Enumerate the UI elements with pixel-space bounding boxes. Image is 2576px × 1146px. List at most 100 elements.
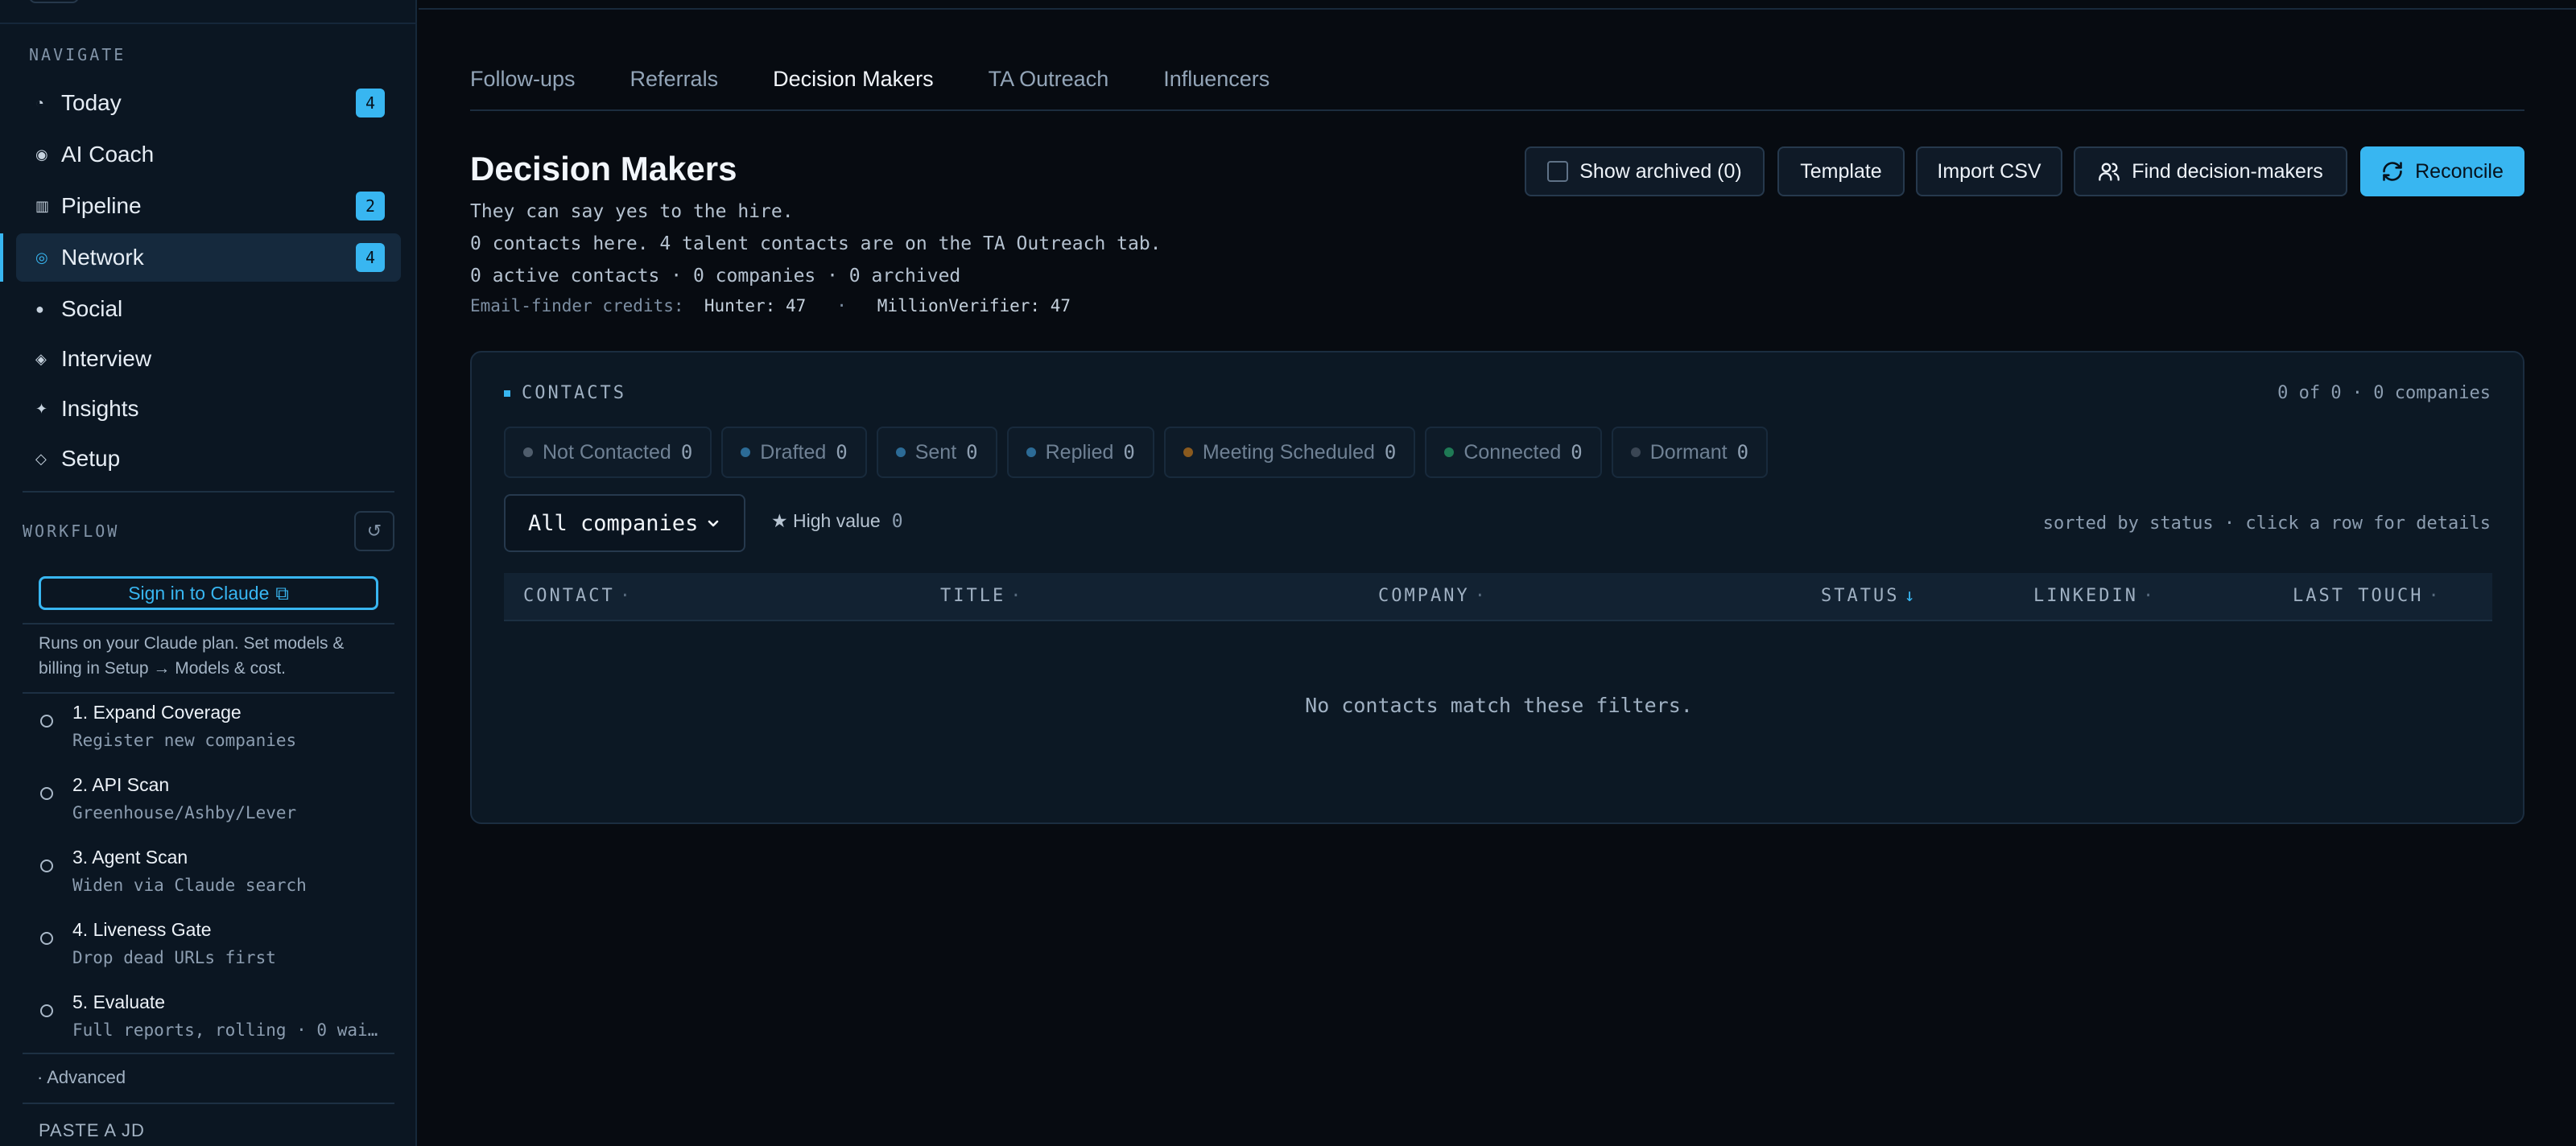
status-dot-icon [1026,447,1036,457]
navigate-heading: NAVIGATE [29,45,126,64]
template-button[interactable]: Template [1777,146,1905,196]
table-header: CONTACT · TITLE · COMPANY · STATUS ↓ LINKEDI… [504,573,2492,621]
column-label: LINKEDIN [2033,586,2138,606]
status-dot-icon [895,447,906,457]
hunter-credits: Hunter: 47 [704,296,807,315]
social-icon: ● [35,300,44,317]
nav-item-today[interactable]: ◔ Today 4 [16,79,401,127]
reconcile-label: Reconcile [2415,159,2504,183]
chip-count: 0 [836,441,848,464]
sign-in-label: Sign in to Claude [128,582,270,604]
contacts-heading: CONTACTS [504,383,626,403]
nav-item-network[interactable]: ◎ Network 4 [16,233,401,282]
tab-decision-makers[interactable]: Decision Makers [773,64,934,111]
contacts-card: CONTACTS 0 of 0 · 0 companies Not Contac… [470,351,2524,824]
chip-label: Sent [914,440,957,464]
tab-influencers[interactable]: Influencers [1163,64,1269,111]
nav-item-insights[interactable]: ✦ Insights [16,385,401,433]
reset-workflow-button[interactable]: ↺ [354,511,394,551]
nav-item-social[interactable]: ● Social [16,285,401,333]
column-header-status[interactable]: STATUS ↓ [1821,573,1915,620]
active-indicator [0,233,3,282]
advanced-toggle[interactable]: · Advanced [37,1067,126,1088]
show-archived-toggle[interactable]: Show archived (0) [1525,146,1765,196]
sort-hint: sorted by status · click a row for detai… [2042,513,2491,534]
step-status-icon [40,715,53,728]
status-dot-icon [1444,447,1455,457]
column-header-title[interactable]: TITLE · [940,573,1021,620]
empty-state-message: No contacts match these filters. [1305,694,1693,717]
company-filter-select[interactable]: All companies [504,494,745,552]
nav-item-ai-coach[interactable]: ◉ AI Coach [16,130,401,179]
chevron-down-icon [708,520,719,527]
status-dot-icon [523,447,533,457]
column-header-company[interactable]: COMPANY · [1378,573,1485,620]
sidebar-top-control[interactable] [29,0,79,3]
status-filter-chips: Not Contacted 0 Drafted 0 Sent 0 Replied… [504,427,1769,478]
divider [23,623,394,625]
status-dot-icon [1183,447,1193,457]
setup-icon: ◇ [35,450,47,467]
company-filter-value: All companies [528,510,699,536]
chip-count: 0 [1123,441,1135,464]
tab-ta-outreach[interactable]: TA Outreach [989,64,1109,111]
sort-indicator-icon: · [619,586,630,606]
status-chip-meeting-scheduled[interactable]: Meeting Scheduled 0 [1163,427,1416,478]
network-icon: ◎ [35,249,48,266]
archived-checkbox[interactable] [1547,161,1569,182]
tab-referrals[interactable]: Referrals [630,64,719,111]
sidebar: NAVIGATE ◔ Today 4 ◉ AI Coach ▥ Pipeline… [0,0,417,1146]
chip-count: 0 [1384,441,1397,464]
import-csv-label: Import CSV [1937,159,2041,183]
status-chip-replied[interactable]: Replied 0 [1006,427,1154,478]
status-chip-connected[interactable]: Connected 0 [1425,427,1602,478]
find-decision-makers-button[interactable]: Find decision-makers [2074,146,2347,196]
step-title: 3. Agent Scan [72,847,188,868]
chip-label: Dormant [1649,440,1728,464]
paste-jd-heading: PASTE A JD [39,1120,145,1140]
status-chip-dormant[interactable]: Dormant 0 [1611,427,1769,478]
divider [23,491,394,493]
sign-in-claude-button[interactable]: Sign in to Claude ⧉ [39,576,378,610]
status-chip-sent[interactable]: Sent 0 [876,427,997,478]
nav-item-pipeline[interactable]: ▥ Pipeline 2 [16,182,401,230]
top-divider [419,8,2576,10]
column-header-last-touch[interactable]: LAST TOUCH · [2293,573,2439,620]
template-label: Template [1800,159,1882,183]
status-chip-not-contacted[interactable]: Not Contacted 0 [504,427,712,478]
refresh-icon: ↺ [366,521,382,541]
step-status-icon [40,787,53,800]
column-label: STATUS [1821,586,1900,606]
chip-label: Replied [1045,440,1114,464]
millionverifier-credits: MillionVerifier: 47 [877,296,1071,315]
nav-label: Insights [61,396,139,421]
status-dot-icon [1630,447,1641,457]
import-csv-button[interactable]: Import CSV [1916,146,2062,196]
high-value-filter[interactable]: ★ High value 0 [771,510,903,532]
nav-label: Setup [61,446,121,471]
nav-label: Interview [61,346,152,371]
column-header-linkedin[interactable]: LINKEDIN · [2033,573,2153,620]
chip-count: 0 [966,441,978,464]
sort-arrow-down-icon: ↓ [1904,586,1915,606]
clock-icon: ◔ [35,94,44,111]
chip-label: Connected [1463,440,1562,464]
column-header-contact[interactable]: CONTACT · [523,573,630,620]
step-status-icon [40,932,53,945]
reconcile-button[interactable]: Reconcile [2360,146,2524,196]
nav-item-interview[interactable]: ◈ Interview [16,335,401,383]
status-chip-drafted[interactable]: Drafted 0 [721,427,867,478]
step-status-icon [40,860,53,872]
chip-label: Drafted [760,440,827,464]
nav-item-setup[interactable]: ◇ Setup [16,435,401,483]
step-subtitle: Greenhouse/Ashby/Lever [72,803,297,822]
nav-label: AI Coach [61,142,155,167]
sort-indicator-icon: · [1474,586,1485,606]
sort-indicator-icon: · [2142,586,2154,606]
credits-label: Email-finder credits: [470,296,684,315]
step-title: 2. API Scan [72,774,170,795]
step-subtitle: Drop dead URLs first [72,948,276,967]
step-subtitle: Register new companies [72,731,297,750]
network-tabs: Follow-ups Referrals Decision Makers TA … [470,64,1269,111]
tab-follow-ups[interactable]: Follow-ups [470,64,576,111]
